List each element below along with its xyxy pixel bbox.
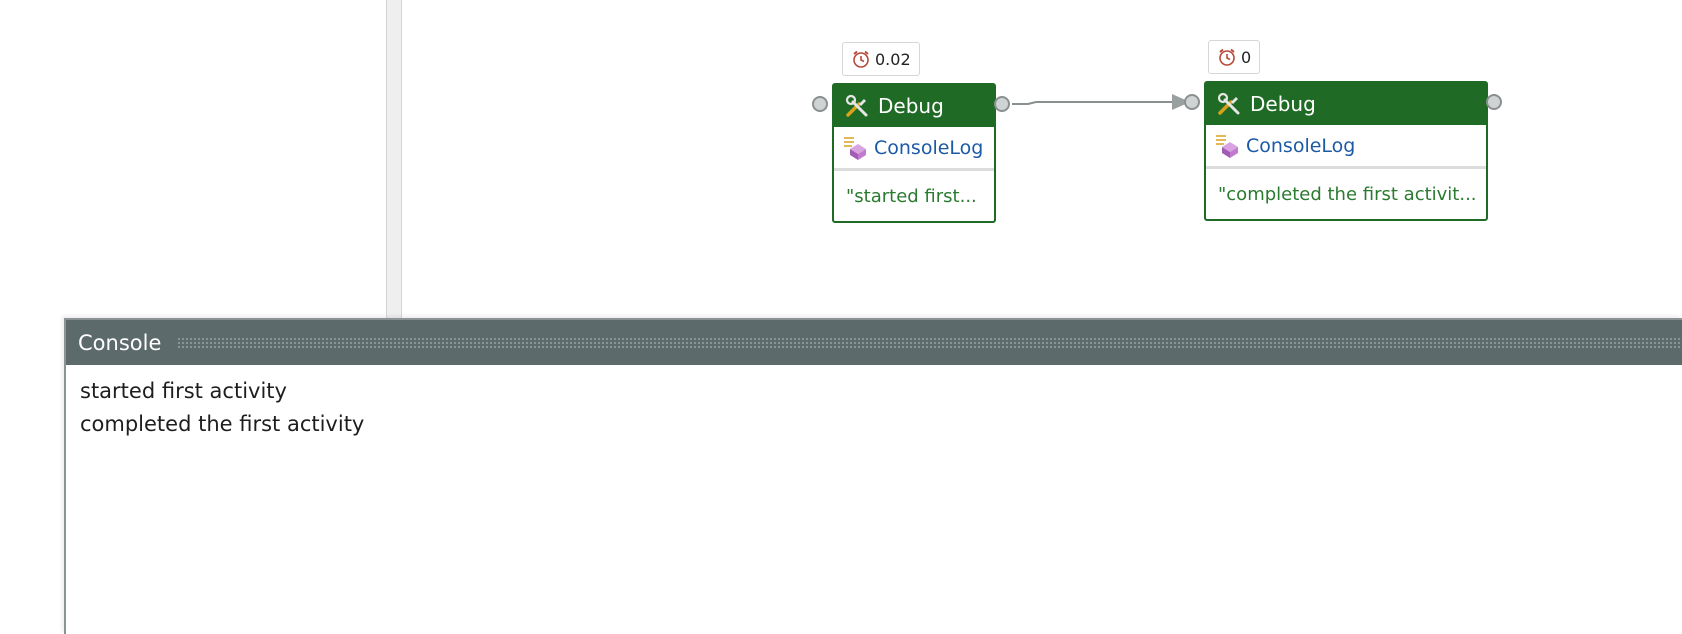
activity-method-label: ConsoleLog (1246, 134, 1356, 157)
wrench-screwdriver-icon (845, 94, 868, 117)
output-port[interactable] (1486, 94, 1502, 110)
console-line: completed the first activity (80, 412, 365, 436)
alarm-clock-icon (853, 50, 869, 68)
vertical-splitter[interactable] (386, 0, 402, 318)
console-log-icon (844, 136, 866, 160)
input-port[interactable] (812, 96, 828, 112)
activity-type-label: Debug (1250, 92, 1316, 116)
console-title: Console (78, 330, 162, 355)
connector-arrow[interactable] (1008, 90, 1188, 120)
timer-value: 0 (1241, 47, 1252, 67)
wrench-screwdriver-icon (1217, 92, 1240, 115)
activity-header: Debug (1206, 83, 1486, 125)
console-log-icon (1216, 134, 1238, 158)
left-panel (0, 0, 386, 318)
workflow-canvas[interactable]: 0.02 Debug ConsoleLog "started first... (402, 0, 1682, 318)
console-output[interactable]: started first activity completed the fir… (66, 365, 1682, 451)
console-title-bar[interactable]: Console (66, 320, 1682, 365)
activity-header: Debug (834, 85, 994, 127)
activity-node[interactable]: Debug ConsoleLog "started first... (832, 83, 996, 223)
timer-badge: 0.02 (842, 42, 920, 76)
input-port[interactable] (1184, 94, 1200, 110)
activity-method-label: ConsoleLog (874, 136, 984, 159)
drag-grip[interactable] (177, 336, 1682, 349)
timer-badge: 0 (1208, 40, 1261, 74)
alarm-clock-icon (1219, 48, 1235, 66)
timer-value: 0.02 (875, 49, 911, 69)
activity-method[interactable]: ConsoleLog (834, 127, 994, 171)
console-panel: Console started first activity completed… (64, 318, 1682, 634)
activity-type-label: Debug (878, 94, 944, 118)
activity-node[interactable]: Debug ConsoleLog "completed the first ac… (1204, 81, 1488, 221)
activity-argument[interactable]: "completed the first activit... (1206, 169, 1486, 219)
activity-method[interactable]: ConsoleLog (1206, 125, 1486, 169)
console-line: started first activity (80, 379, 287, 403)
activity-argument[interactable]: "started first... (834, 171, 994, 221)
